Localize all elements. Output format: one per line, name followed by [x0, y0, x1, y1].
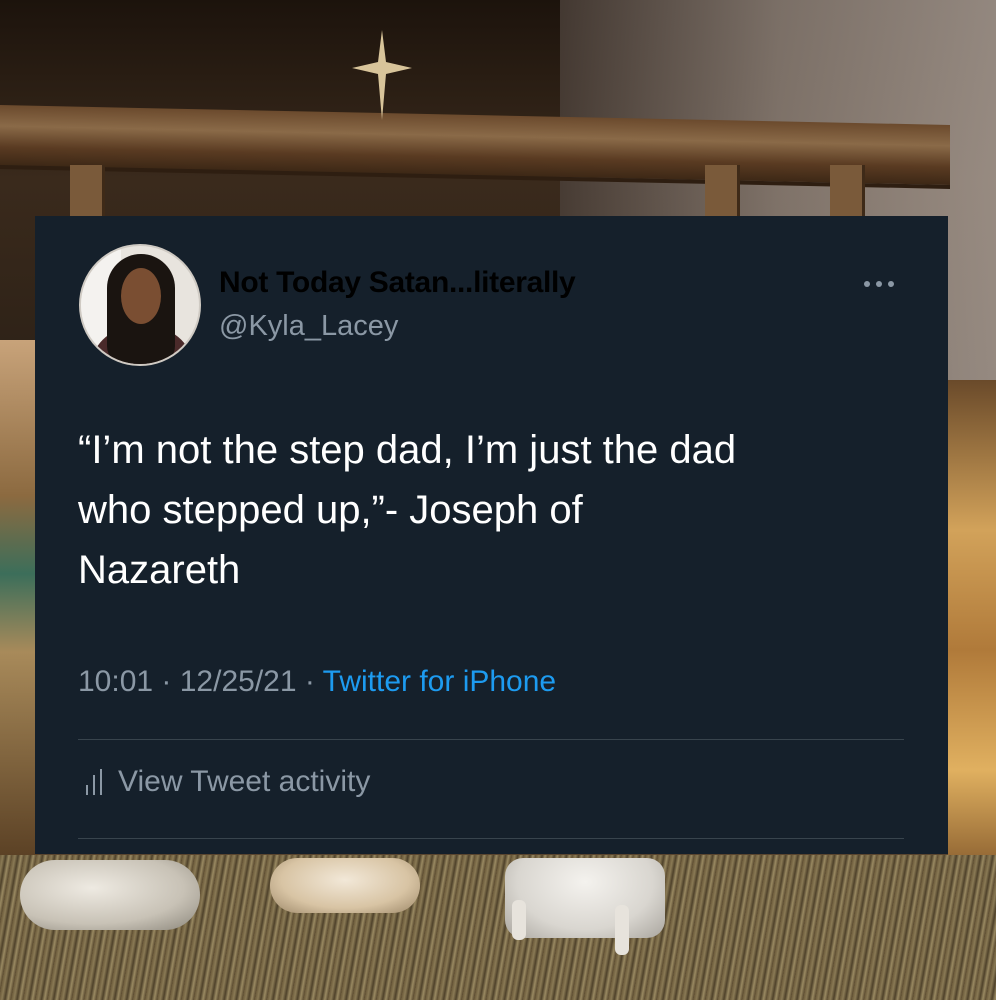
tweet-text-line: Nazareth: [78, 548, 241, 592]
tweet-text-line: who stepped up,”- Joseph of: [78, 488, 583, 532]
meta-separator: ·: [304, 665, 323, 698]
divider: [78, 838, 904, 839]
view-tweet-activity-button[interactable]: View Tweet activity: [78, 765, 370, 799]
tweet-source-link[interactable]: Twitter for iPhone: [323, 665, 556, 698]
user-handle[interactable]: @Kyla_Lacey: [219, 310, 398, 343]
more-dot: [888, 281, 894, 287]
lamb-figure: [505, 858, 665, 938]
star-ornament: [352, 30, 412, 120]
lamb-figure: [270, 858, 420, 913]
tweet-date[interactable]: 12/25/21: [180, 665, 297, 698]
tweet-metadata: 10:01 · 12/25/21 · Twitter for iPhone: [78, 665, 556, 699]
profile-avatar[interactable]: [79, 244, 201, 366]
lamb-leg: [615, 905, 629, 955]
more-dot: [876, 281, 882, 287]
lamb-figure: [20, 860, 200, 930]
avatar-face: [121, 268, 161, 324]
tweet-text-line: “I’m not the step dad, I’m just the dad: [78, 428, 737, 472]
meta-separator: ·: [161, 665, 180, 698]
lamb-leg: [512, 900, 526, 940]
activity-label: View Tweet activity: [118, 765, 371, 798]
bar-chart-icon: [86, 769, 102, 795]
tweet-text: “I’m not the step dad, I’m just the dad …: [78, 420, 938, 600]
more-dot: [864, 281, 870, 287]
figure-left: [0, 340, 38, 860]
divider: [78, 739, 904, 740]
more-horizontal-icon[interactable]: [864, 272, 894, 296]
tweet-time[interactable]: 10:01: [78, 665, 153, 698]
display-name[interactable]: Not Today Satan...literally: [219, 266, 576, 300]
